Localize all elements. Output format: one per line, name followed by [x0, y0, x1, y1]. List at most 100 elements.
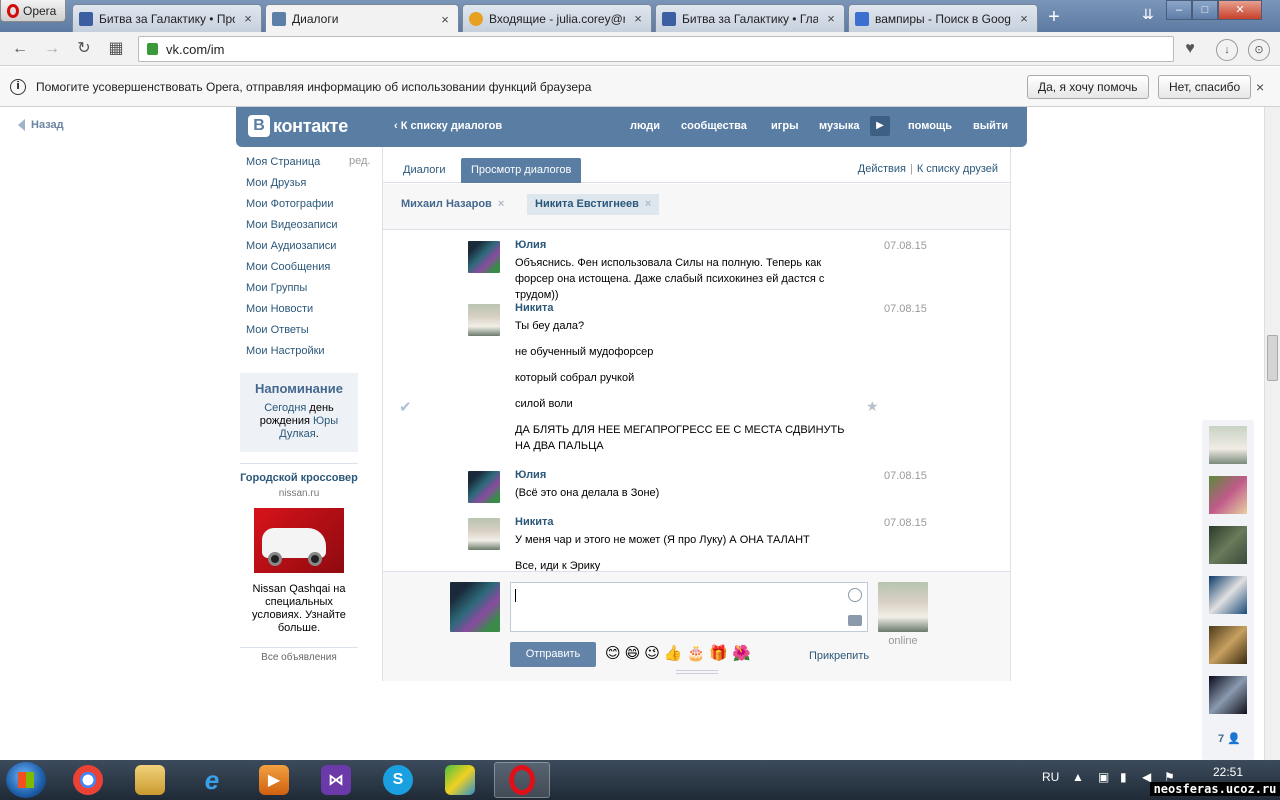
clock-time[interactable]: 22:51 [1213, 765, 1243, 779]
taskbar-app-triangle[interactable] [432, 762, 488, 798]
grin-emoji-icon[interactable]: 😄 [625, 644, 641, 662]
message-date[interactable]: 07.08.15 [884, 240, 927, 252]
tray-app-icon[interactable]: ▣ [1098, 770, 1109, 784]
nav-logout[interactable]: выйти [973, 120, 1008, 132]
network-icon[interactable]: ▮ [1120, 770, 1127, 784]
ad-title[interactable]: Городской кроссовер [240, 472, 358, 485]
close-icon[interactable]: × [824, 11, 838, 26]
nav-people[interactable]: люди [630, 120, 660, 132]
download-icon[interactable]: ↓ [1216, 39, 1238, 61]
tab-view-dialogs[interactable]: Просмотр диалогов [461, 158, 582, 183]
message-date[interactable]: 07.08.15 [884, 303, 927, 315]
close-icon[interactable]: × [498, 198, 504, 210]
window-close-icon[interactable]: ✕ [1218, 0, 1262, 20]
tab-google-search[interactable]: вампиры - Поиск в Goog × [848, 4, 1038, 32]
taskbar-ie[interactable]: e [184, 762, 240, 798]
menu-groups[interactable]: Мои Группы [246, 281, 374, 302]
page-scrollbar[interactable] [1264, 107, 1280, 760]
avatar[interactable] [468, 471, 500, 503]
menu-settings[interactable]: Мои Настройки [246, 344, 374, 365]
cake-emoji-icon[interactable]: 🎂 [687, 644, 706, 662]
thumbs-up-emoji-icon[interactable]: 👍 [664, 644, 683, 662]
tray-expand-icon[interactable]: ▲ [1072, 770, 1084, 784]
ad-block[interactable]: Городской кроссовер nissan.ru Nissan Qas… [240, 463, 358, 663]
avatar[interactable] [468, 241, 500, 273]
friend-avatar[interactable] [1209, 626, 1247, 664]
close-icon[interactable]: × [241, 11, 255, 26]
heart-icon[interactable]: ♥ [1180, 39, 1200, 59]
camera-icon[interactable] [848, 615, 862, 626]
taskbar-opera[interactable] [494, 762, 550, 798]
star-icon[interactable]: ★ [866, 398, 879, 415]
nav-games[interactable]: игры [771, 120, 798, 132]
smile-icon[interactable] [848, 588, 862, 602]
minimize-icon[interactable]: – [1166, 0, 1192, 20]
tab-galaxy-1[interactable]: Битва за Галактику • Про × [72, 4, 262, 32]
message-date[interactable]: 07.08.15 [884, 517, 927, 529]
reminder-name-link[interactable]: Юры [313, 415, 338, 427]
friend-avatar[interactable] [1209, 576, 1247, 614]
close-icon[interactable]: × [438, 12, 452, 27]
new-tab-button[interactable]: + [1044, 7, 1064, 28]
message-author[interactable]: Никита [515, 516, 860, 532]
nav-help[interactable]: помощь [908, 120, 952, 132]
menu-news[interactable]: Мои Новости [246, 302, 374, 323]
info-bar-close-icon[interactable]: × [1256, 79, 1264, 95]
check-icon[interactable]: ✔ [399, 398, 412, 416]
play-icon[interactable]: ▶ [870, 116, 890, 136]
flower-emoji-icon[interactable]: 🌺 [732, 644, 751, 662]
peer-avatar[interactable] [878, 582, 928, 632]
help-no-button[interactable]: Нет, спасибо [1158, 75, 1252, 99]
maximize-icon[interactable]: □ [1192, 0, 1218, 20]
help-yes-button[interactable]: Да, я хочу помочь [1027, 75, 1149, 99]
peer-tab-nikita[interactable]: Никита Евстигнеев × [527, 194, 660, 215]
send-button[interactable]: Отправить [510, 642, 596, 667]
taskbar-skype[interactable]: S [370, 762, 426, 798]
menu-friends[interactable]: Мои Друзья [246, 176, 374, 197]
friend-avatar[interactable] [1209, 526, 1247, 564]
menu-videos[interactable]: Мои Видеозаписи [246, 218, 374, 239]
menu-audio[interactable]: Мои Аудиозаписи [246, 239, 374, 260]
close-icon[interactable]: × [645, 198, 651, 210]
start-button[interactable] [6, 762, 46, 798]
opera-turbo-icon[interactable]: ⊙ [1248, 39, 1270, 61]
close-icon[interactable]: × [631, 11, 645, 26]
opera-menu-button[interactable]: Opera [0, 0, 66, 22]
tab-dialogs-list[interactable]: Диалоги [393, 158, 456, 183]
friend-avatar[interactable] [1209, 676, 1247, 714]
all-ads-link[interactable]: Все объявления [240, 647, 358, 663]
speed-dial-icon[interactable]: ▦ [106, 39, 126, 59]
ad-car-image[interactable] [254, 508, 344, 573]
my-avatar[interactable] [450, 582, 500, 632]
actions-link[interactable]: Действия [858, 163, 906, 175]
gift-emoji-icon[interactable]: 🎁 [709, 644, 728, 662]
peer-tab-mikhail[interactable]: Михаил Назаров × [393, 194, 512, 215]
back-to-dialogs-link[interactable]: ‹ К списку диалогов [394, 120, 502, 132]
wink-emoji-icon[interactable]: 😉 [644, 644, 660, 662]
tab-inbox[interactable]: Входящие - julia.corey@m × [462, 4, 652, 32]
nav-music[interactable]: музыка [819, 120, 859, 132]
smile-emoji-icon[interactable]: 😊 [605, 644, 621, 662]
menu-answers[interactable]: Мои Ответы [246, 323, 374, 344]
taskbar-media-player[interactable]: ▶ [246, 762, 302, 798]
taskbar-visual-studio[interactable]: ⋈ [308, 762, 364, 798]
reminder-surname-link[interactable]: Дулкая [279, 428, 316, 440]
forward-arrow-icon[interactable]: → [42, 39, 62, 59]
avatar[interactable] [468, 304, 500, 336]
avatar[interactable] [468, 518, 500, 550]
menu-photos[interactable]: Мои Фотографии [246, 197, 374, 218]
message-date[interactable]: 07.08.15 [884, 470, 927, 482]
reminder-today-link[interactable]: Сегодня [264, 402, 306, 414]
nav-communities[interactable]: сообщества [681, 120, 747, 132]
tab-menu-icon[interactable]: ⇊ [1142, 6, 1154, 23]
message-history[interactable]: ✔ ★ Юлия Объяснись. Фен использовала Сил… [383, 231, 1010, 571]
language-indicator[interactable]: RU [1042, 770, 1059, 784]
taskbar-chrome[interactable] [60, 762, 116, 798]
back-link[interactable]: Назад [18, 119, 64, 131]
message-author[interactable]: Юлия [515, 469, 860, 485]
close-icon[interactable]: × [1017, 11, 1031, 26]
vk-logo[interactable]: В контакте [248, 115, 348, 137]
scrollbar-thumb[interactable] [1267, 335, 1278, 381]
back-arrow-icon[interactable]: ← [10, 39, 30, 59]
message-author[interactable]: Юлия [515, 239, 860, 255]
